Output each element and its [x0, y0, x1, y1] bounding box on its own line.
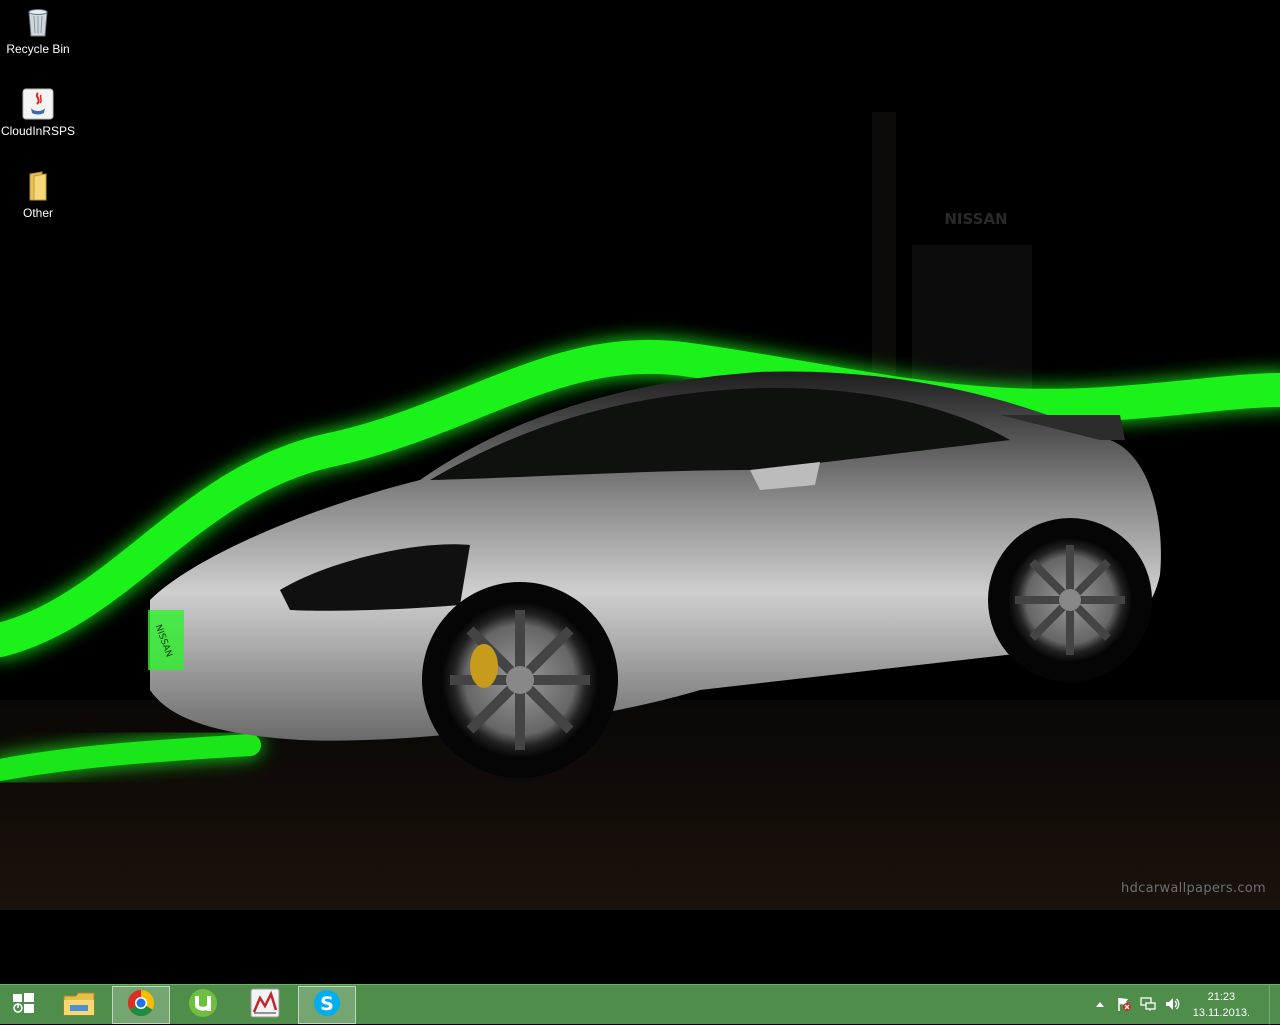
network-icon[interactable] [1140, 996, 1156, 1012]
nissan-sign: NISSAN [944, 210, 1007, 228]
volume-icon[interactable] [1164, 996, 1180, 1012]
file-explorer-icon [62, 988, 96, 1023]
folder-icon [22, 170, 54, 202]
java-icon [22, 88, 54, 120]
desktop-icon-cloudinrsps[interactable]: CloudInRSPS [0, 88, 76, 139]
taskbar-chrome[interactable] [112, 986, 170, 1024]
clock-date: 13.11.2013. [1192, 1007, 1250, 1019]
clock-time: 21:23 [1207, 991, 1236, 1003]
taskbar-skype[interactable]: S [298, 986, 356, 1024]
start-button[interactable] [0, 986, 46, 1024]
desktop-icon-recycle-bin[interactable]: Recycle Bin [0, 6, 76, 57]
taskbar-file-explorer[interactable] [50, 986, 108, 1024]
show-desktop-button[interactable] [1269, 985, 1280, 1025]
desktop-icon-label: Other [22, 206, 53, 220]
desktop-icon-label: CloudInRSPS [0, 124, 76, 138]
action-center-flag-icon[interactable] [1116, 996, 1132, 1012]
svg-text:S: S [320, 993, 334, 1015]
wallpaper-watermark: hdcarwallpapers.com [1121, 881, 1266, 896]
taskbar-chart-app[interactable] [236, 986, 294, 1024]
taskbar-clock[interactable]: 21:23 13.11.2013. [1193, 989, 1250, 1021]
taskbar-utorrent[interactable] [174, 986, 232, 1024]
taskbar: S 21:23 13.11.2013. [0, 984, 1280, 1025]
skype-icon: S [312, 988, 342, 1023]
show-hidden-icons-icon[interactable] [1092, 996, 1108, 1012]
utorrent-icon [188, 988, 218, 1023]
desktop-icon-label: Recycle Bin [6, 42, 70, 56]
recycle-bin-icon [22, 6, 54, 38]
desktop-icon-other[interactable]: Other [0, 170, 76, 221]
chrome-icon [126, 988, 156, 1023]
chart-app-icon [250, 988, 280, 1023]
desktop: NISSAN NISSAN hdcarwallpapers.com Recycl… [0, 0, 1280, 984]
wallpaper: NISSAN NISSAN hdcarwallpapers.com [0, 0, 1280, 910]
windows-start-icon [7, 988, 39, 1023]
